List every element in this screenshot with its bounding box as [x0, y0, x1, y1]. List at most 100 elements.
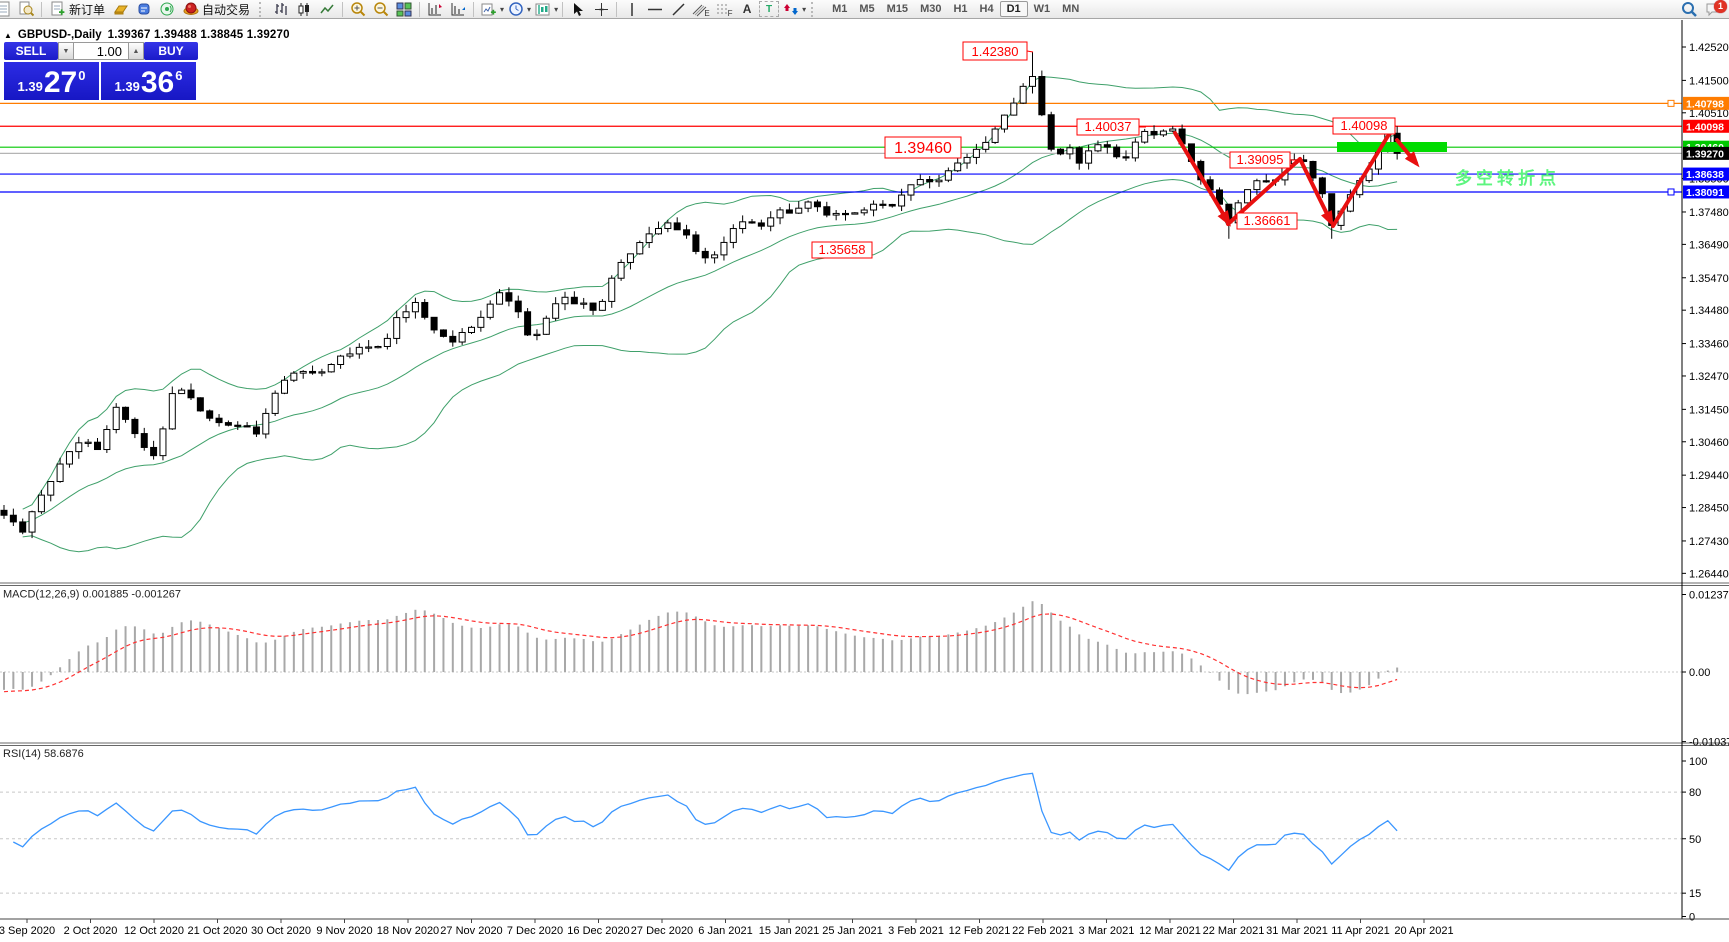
vertical-line-tool-icon[interactable]	[621, 1, 643, 18]
timeframe-button-M5[interactable]: M5	[853, 2, 880, 16]
market-depth-icon[interactable]	[133, 1, 155, 18]
timeframe-button-M1[interactable]: M1	[826, 2, 853, 16]
annotation-price-label: 1.39460	[894, 140, 952, 157]
zoom-out-icon[interactable]	[370, 1, 392, 18]
candle-body	[112, 406, 120, 431]
annotation-price-label: 1.42380	[972, 44, 1019, 59]
turning-point-note: 多空转折点	[1455, 168, 1560, 188]
buy-price-display[interactable]: 1.39 36 6	[101, 62, 196, 100]
candle-body	[496, 292, 504, 305]
search-icon[interactable]	[1678, 1, 1700, 18]
print-preview-icon[interactable]	[15, 1, 37, 18]
data-window-icon[interactable]	[424, 1, 446, 18]
candle-body	[224, 422, 232, 426]
text-label-tool-icon[interactable]: T	[759, 1, 780, 17]
crosshair-icon[interactable]	[590, 1, 612, 18]
rsi-axis-label: 15	[1689, 888, 1701, 900]
toolbar-separator	[562, 1, 564, 17]
dropdown-caret-icon[interactable]: ▾	[527, 5, 531, 14]
annotation-leader	[1026, 50, 1034, 53]
tile-windows-icon[interactable]	[393, 1, 415, 18]
community-chat-icon[interactable]: 1	[1701, 0, 1727, 18]
price-chart-svg[interactable]: 1.425201.415001.405101.385001.374801.364…	[0, 20, 1729, 942]
candle-body	[851, 212, 859, 215]
chart-shift-icon[interactable]	[532, 1, 554, 18]
rsi-axis-label: 50	[1689, 834, 1701, 846]
timeframe-button-M15[interactable]: M15	[881, 2, 914, 16]
candle-body	[683, 229, 691, 236]
price-axis-label: 1.36490	[1689, 239, 1729, 251]
candle-body	[28, 511, 36, 533]
toolbar-grip[interactable]	[811, 1, 817, 17]
annotation-price-label: 1.35658	[819, 242, 866, 257]
candle-body	[9, 514, 17, 523]
ohlc-values: 1.39367 1.39488 1.38845 1.39270	[107, 29, 290, 41]
indicators-icon[interactable]	[110, 1, 132, 18]
candle-body	[327, 364, 335, 373]
candle-body	[842, 212, 849, 216]
timeframe-button-H1[interactable]: H1	[947, 2, 973, 16]
candle-body	[337, 355, 345, 366]
chart-file-icon[interactable]	[0, 1, 14, 18]
timeframe-group: M1 M5 M15 M30 H1 H4 D1 W1 MN	[826, 1, 1085, 17]
candle-body	[1010, 102, 1018, 116]
dropdown-caret-icon[interactable]: ▾	[802, 5, 806, 14]
volume-increase-button[interactable]: ▲	[128, 42, 144, 60]
channel-tool-icon[interactable]: E	[690, 1, 712, 18]
dropdown-caret-icon[interactable]: ▾	[554, 5, 558, 14]
candle-body	[804, 201, 812, 209]
arrows-tool-icon[interactable]	[780, 1, 802, 18]
auto-trading-button[interactable]: 自动交易	[179, 1, 254, 18]
candle-body	[1038, 76, 1046, 116]
timeframe-button-W1[interactable]: W1	[1028, 2, 1057, 16]
candle-body	[767, 217, 775, 227]
collapse-triangle-icon[interactable]: ▲	[4, 31, 12, 40]
candle-body	[1159, 130, 1167, 136]
sell-price-display[interactable]: 1.39 27 0	[4, 62, 99, 100]
candle-body	[1141, 130, 1149, 143]
chart-title: ▲ GBPUSD-,Daily 1.39367 1.39488 1.38845 …	[4, 29, 290, 41]
horizontal-line-tool-icon[interactable]	[644, 1, 666, 18]
buy-button[interactable]: BUY	[144, 42, 198, 60]
volume-decrease-button[interactable]: ▼	[58, 42, 74, 60]
timeframe-button-D1[interactable]: D1	[999, 1, 1028, 17]
fibonacci-tool-icon[interactable]: F	[713, 1, 735, 18]
signals-icon[interactable]	[156, 1, 178, 18]
bar-chart-type-icon[interactable]	[270, 1, 292, 18]
candle-body	[944, 170, 952, 181]
timeframe-button-M30[interactable]: M30	[914, 2, 947, 16]
new-chart-icon[interactable]	[478, 1, 500, 18]
chart-window[interactable]: 1.425201.415001.405101.385001.374801.364…	[0, 20, 1729, 942]
timeframe-button-H4[interactable]: H4	[974, 2, 1000, 16]
navigator-window-icon[interactable]	[447, 1, 469, 18]
candle-body	[636, 242, 644, 255]
dropdown-caret-icon[interactable]: ▾	[500, 5, 504, 14]
new-order-button[interactable]: 新订单	[46, 1, 109, 18]
price-axis-label: 1.37480	[1689, 207, 1729, 219]
candle-body	[907, 184, 915, 196]
timeframe-button-MN[interactable]: MN	[1056, 2, 1085, 16]
cursor-icon[interactable]	[567, 1, 589, 18]
candle-body	[570, 296, 578, 305]
profiles-clock-icon[interactable]	[505, 1, 527, 18]
candle-body	[879, 203, 887, 206]
candle-body	[664, 222, 672, 230]
macd-label: MACD(12,26,9) 0.001885 -0.001267	[3, 589, 181, 601]
line-chart-type-icon[interactable]	[316, 1, 338, 18]
candle-body	[1075, 147, 1083, 164]
price-axis-label: 1.32470	[1689, 371, 1729, 383]
toolbar-grip[interactable]	[259, 1, 265, 17]
macd-signal-line	[3, 613, 1398, 693]
sell-button[interactable]: SELL	[4, 42, 58, 60]
candle-chart-type-icon[interactable]	[293, 1, 315, 18]
candle-body	[421, 301, 429, 318]
zoom-in-icon[interactable]	[347, 1, 369, 18]
candle-body	[365, 346, 373, 349]
text-tool-icon[interactable]: A	[736, 1, 758, 18]
level-handle	[1667, 188, 1675, 196]
date-label: 21 Oct 2020	[188, 925, 248, 937]
candle-body	[411, 301, 419, 313]
trendline-tool-icon[interactable]	[667, 1, 689, 18]
candle-body	[1122, 156, 1130, 159]
volume-input[interactable]: 1.00	[74, 42, 128, 60]
